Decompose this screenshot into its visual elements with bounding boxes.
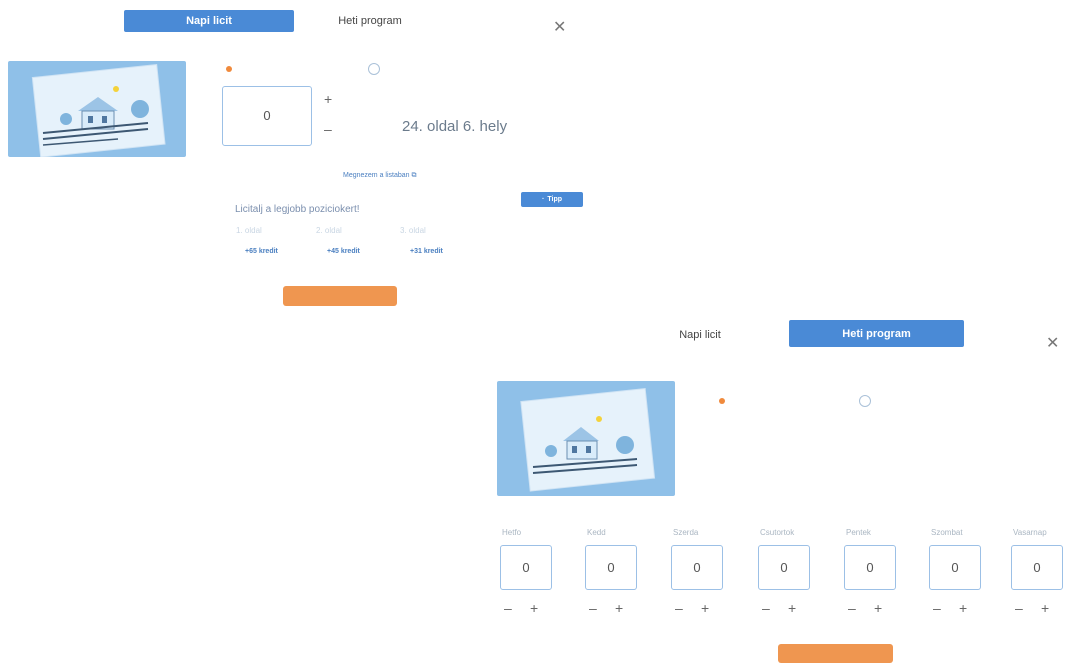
day-decrease-button[interactable]: – bbox=[762, 601, 770, 615]
house-illustration-icon bbox=[520, 387, 656, 492]
day-increase-button[interactable]: + bbox=[701, 601, 709, 615]
day-label: Szombat bbox=[931, 528, 963, 537]
day-increase-button[interactable]: + bbox=[874, 601, 882, 615]
clock-icon bbox=[368, 63, 380, 75]
day-bid-value: 0 bbox=[866, 559, 874, 575]
increase-button[interactable]: + bbox=[324, 92, 332, 106]
save-button-2[interactable] bbox=[778, 644, 893, 663]
close-icon[interactable]: ✕ bbox=[1046, 336, 1059, 352]
position-credit-3[interactable]: +31 kredit bbox=[410, 248, 443, 255]
tab-heti-program[interactable]: Heti program bbox=[310, 10, 430, 32]
position-credit-2[interactable]: +45 kredit bbox=[327, 248, 360, 255]
day-decrease-button[interactable]: – bbox=[504, 601, 512, 615]
tab-napi-licit[interactable]: Napi licit bbox=[124, 10, 294, 32]
day-bid-value: 0 bbox=[693, 559, 701, 575]
tab-napi-licit-2[interactable]: Napi licit bbox=[660, 322, 740, 348]
view-in-list-label: Megnezem a listaban bbox=[343, 172, 410, 179]
day-decrease-button[interactable]: – bbox=[933, 601, 941, 615]
day-bid-input[interactable]: 0 bbox=[758, 545, 810, 590]
day-bid-input[interactable]: 0 bbox=[929, 545, 981, 590]
day-bid-input[interactable]: 0 bbox=[585, 545, 637, 590]
status-dot-2 bbox=[719, 398, 725, 404]
day-increase-button[interactable]: + bbox=[530, 601, 538, 615]
listing-thumbnail bbox=[8, 61, 186, 157]
day-bid-value: 0 bbox=[522, 559, 530, 575]
position-credit-1[interactable]: +65 kredit bbox=[245, 248, 278, 255]
lightbulb-icon: · bbox=[542, 196, 545, 203]
day-decrease-button[interactable]: – bbox=[589, 601, 597, 615]
day-increase-button[interactable]: + bbox=[1041, 601, 1049, 615]
bid-value: 0 bbox=[263, 108, 271, 123]
decrease-button[interactable]: – bbox=[324, 122, 332, 136]
promo-title: Licitalj a legjobb poziciokert! bbox=[235, 204, 360, 215]
day-bid-input[interactable]: 0 bbox=[844, 545, 896, 590]
day-label: Vasarnap bbox=[1013, 528, 1047, 537]
day-bid-input[interactable]: 0 bbox=[671, 545, 723, 590]
position-label-2: 2. oldal bbox=[316, 226, 342, 235]
day-label: Pentek bbox=[846, 528, 871, 537]
position-label-3: 3. oldal bbox=[400, 226, 426, 235]
house-illustration-icon bbox=[31, 63, 166, 157]
save-button[interactable] bbox=[283, 286, 397, 306]
tab-heti-program-2[interactable]: Heti program bbox=[789, 320, 964, 347]
day-bid-input[interactable]: 0 bbox=[500, 545, 552, 590]
tip-button[interactable]: · Tipp bbox=[521, 192, 583, 207]
day-bid-value: 0 bbox=[951, 559, 959, 575]
day-increase-button[interactable]: + bbox=[615, 601, 623, 615]
day-decrease-button[interactable]: – bbox=[1015, 601, 1023, 615]
day-increase-button[interactable]: + bbox=[788, 601, 796, 615]
day-increase-button[interactable]: + bbox=[959, 601, 967, 615]
position-label-1: 1. oldal bbox=[236, 226, 262, 235]
day-decrease-button[interactable]: – bbox=[848, 601, 856, 615]
listing-thumbnail-2 bbox=[497, 381, 675, 496]
tip-button-label: Tipp bbox=[547, 196, 562, 203]
view-in-list-link[interactable]: Megnezem a listaban ⧉ bbox=[343, 172, 417, 180]
day-bid-value: 0 bbox=[607, 559, 615, 575]
place-text: 24. oldal 6. hely bbox=[402, 118, 508, 135]
day-label: Hetfo bbox=[502, 528, 522, 537]
day-label: Szerda bbox=[673, 528, 699, 537]
external-link-icon: ⧉ bbox=[411, 172, 417, 179]
close-icon[interactable]: ✕ bbox=[553, 20, 566, 36]
status-dot bbox=[226, 66, 232, 72]
day-label: Csutortok bbox=[760, 528, 795, 537]
day-bid-value: 0 bbox=[780, 559, 788, 575]
day-label: Kedd bbox=[587, 528, 606, 537]
day-bid-value: 0 bbox=[1033, 559, 1041, 575]
clock-icon bbox=[859, 395, 871, 407]
bid-input[interactable]: 0 bbox=[222, 86, 312, 146]
day-bid-input[interactable]: 0 bbox=[1011, 545, 1063, 590]
day-decrease-button[interactable]: – bbox=[675, 601, 683, 615]
